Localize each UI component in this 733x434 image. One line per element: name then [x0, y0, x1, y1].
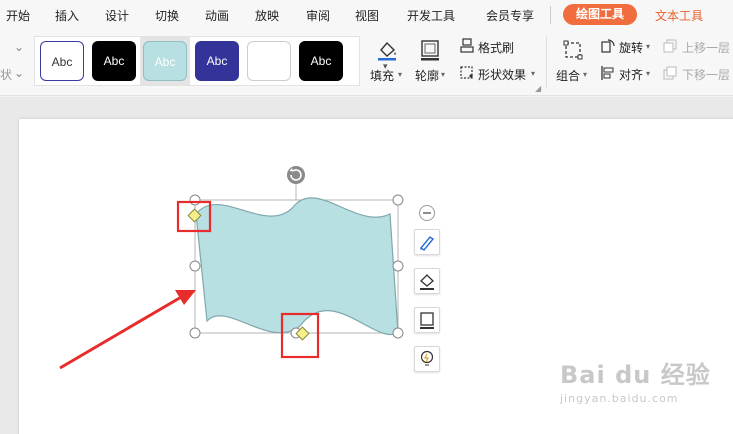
fill-bucket-icon: [420, 274, 434, 290]
watermark-sub: jingyan.baidu.com: [560, 392, 679, 405]
quick-fill-button[interactable]: [414, 268, 440, 294]
lightbulb-icon: [420, 350, 434, 366]
watermark-main: Bai du 经验: [560, 361, 711, 389]
annotation-arrow: [59, 294, 184, 370]
brush-icon: [419, 236, 435, 251]
quick-outline-button[interactable]: [414, 307, 440, 333]
watermark: Bai du 经验 jingyan.baidu.com: [560, 355, 711, 405]
quick-style-button[interactable]: [414, 229, 440, 255]
collapse-minus-icon[interactable]: [418, 204, 436, 222]
outline-icon: [420, 312, 434, 329]
quick-effects-button[interactable]: [414, 346, 440, 372]
rotate-handle: [287, 166, 305, 200]
